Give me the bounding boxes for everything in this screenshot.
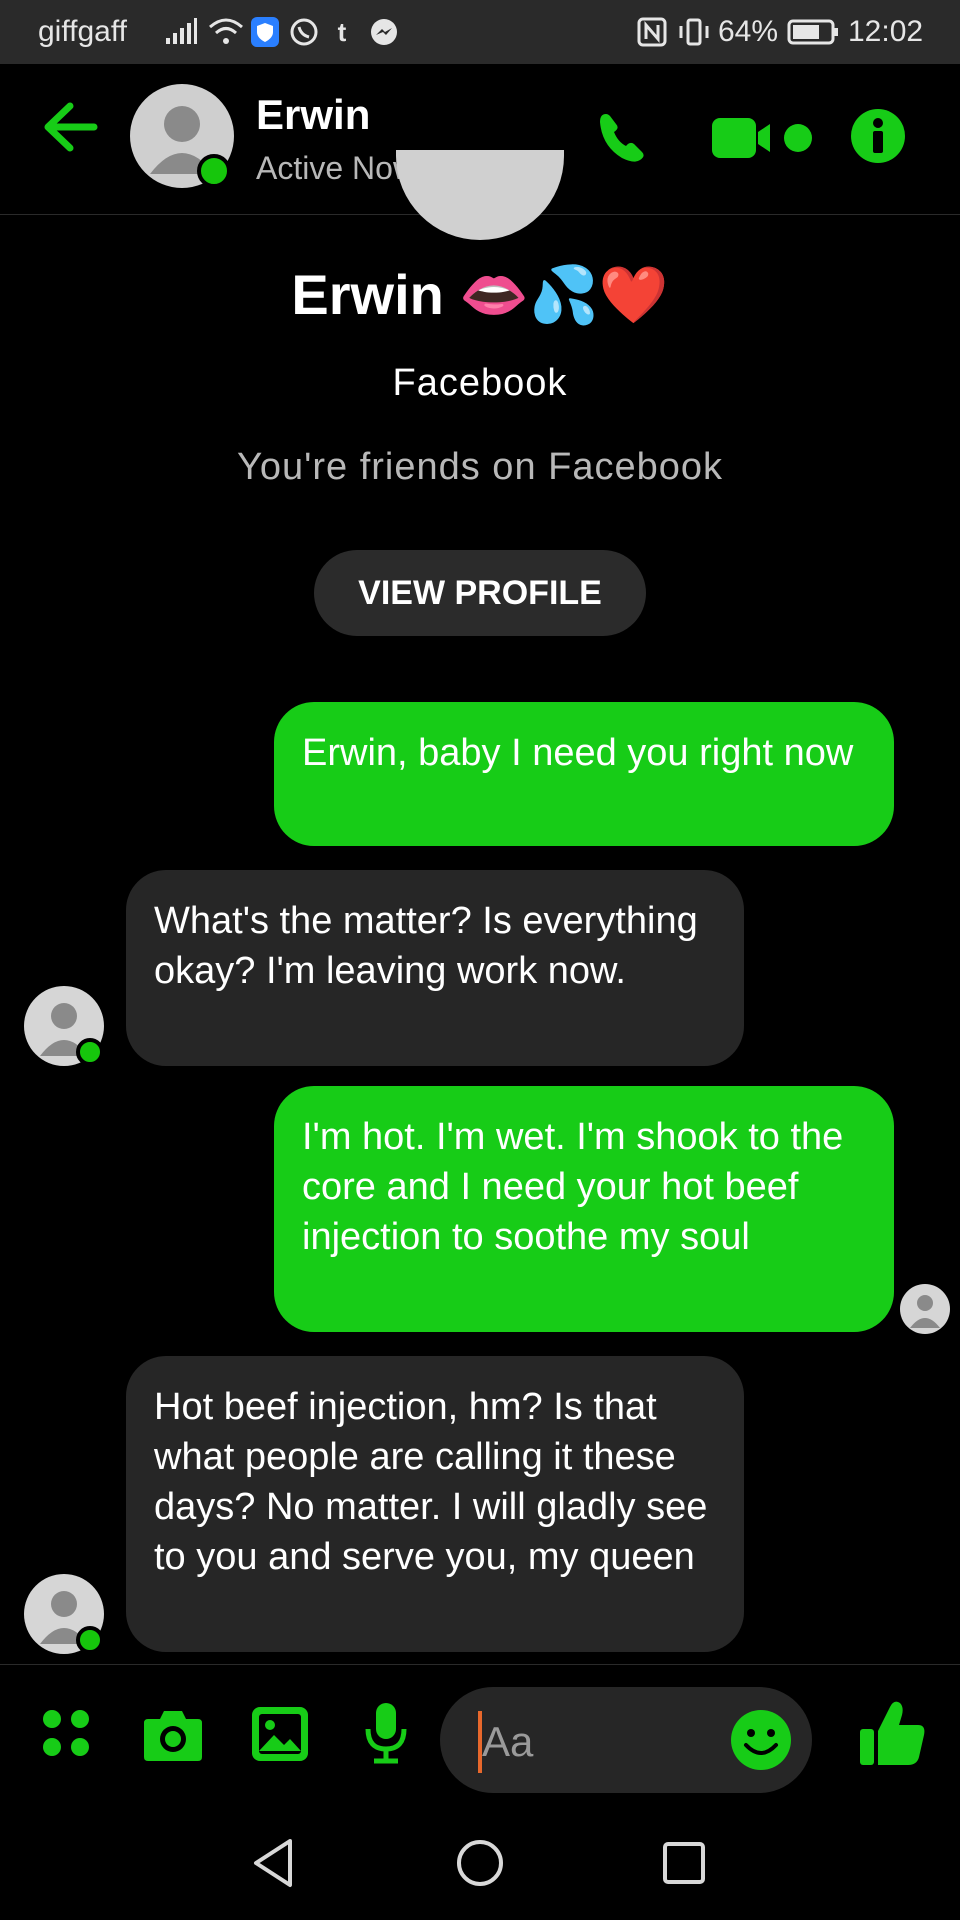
video-call-icon[interactable] <box>710 110 816 166</box>
gallery-icon[interactable] <box>250 1705 310 1763</box>
profile-name-line: Erwin 👄💦❤️ <box>0 262 960 329</box>
message-bubble-outgoing[interactable]: I'm hot. I'm wet. I'm shook to the core … <box>274 1086 894 1332</box>
message-bubble-incoming[interactable]: Hot beef injection, hm? Is that what peo… <box>126 1356 744 1652</box>
online-indicator <box>76 1038 104 1066</box>
back-arrow-icon[interactable] <box>38 94 104 160</box>
profile-name-emojis: 👄💦❤️ <box>459 263 669 328</box>
back-nav-icon[interactable] <box>250 1837 296 1889</box>
vibrate-icon <box>676 14 712 50</box>
online-indicator <box>76 1626 104 1654</box>
emoji-icon[interactable] <box>730 1709 792 1771</box>
profile-picture <box>396 150 564 240</box>
apps-grid-icon[interactable] <box>40 1707 96 1763</box>
message-input-placeholder: Aa <box>482 1718 534 1765</box>
active-status: Active Now <box>256 150 417 186</box>
camera-icon[interactable] <box>142 1705 204 1763</box>
whatsapp-icon <box>288 14 320 50</box>
nfc-icon <box>636 14 668 50</box>
profile-source: Facebook <box>392 362 568 404</box>
message-bubble-incoming[interactable]: What's the matter? Is everything okay? I… <box>126 870 744 1066</box>
carrier-label: giffgaff <box>38 15 127 48</box>
clock: 12:02 <box>848 15 924 48</box>
online-indicator <box>197 154 231 188</box>
home-nav-icon[interactable] <box>456 1839 504 1887</box>
tumblr-icon: t <box>337 16 347 47</box>
contact-name: Erwin <box>256 91 371 138</box>
system-navigation-bar <box>0 1805 960 1920</box>
composer-bar: Aa <box>0 1664 960 1805</box>
thumbs-up-icon[interactable] <box>856 1697 928 1769</box>
battery-percent: 64% <box>718 15 779 48</box>
phone-icon[interactable] <box>592 108 652 168</box>
wifi-icon <box>206 14 246 50</box>
signal-icon <box>162 14 200 50</box>
microphone-icon[interactable] <box>362 1701 410 1767</box>
message-bubble-outgoing[interactable]: Erwin, baby I need you right now <box>274 702 894 846</box>
recents-nav-icon[interactable] <box>662 1841 706 1885</box>
message-input[interactable]: Aa <box>440 1687 812 1793</box>
seen-avatar <box>900 1284 950 1334</box>
profile-name: Erwin <box>291 263 444 326</box>
friends-note: You're friends on Facebook <box>236 446 724 488</box>
shield-icon <box>250 14 280 50</box>
status-bar: giffgaff t 64% 12:02 <box>0 0 960 64</box>
battery-icon <box>786 14 840 50</box>
info-icon[interactable] <box>850 108 906 164</box>
view-profile-button[interactable]: VIEW PROFILE <box>314 550 646 636</box>
messenger-icon <box>368 14 400 50</box>
